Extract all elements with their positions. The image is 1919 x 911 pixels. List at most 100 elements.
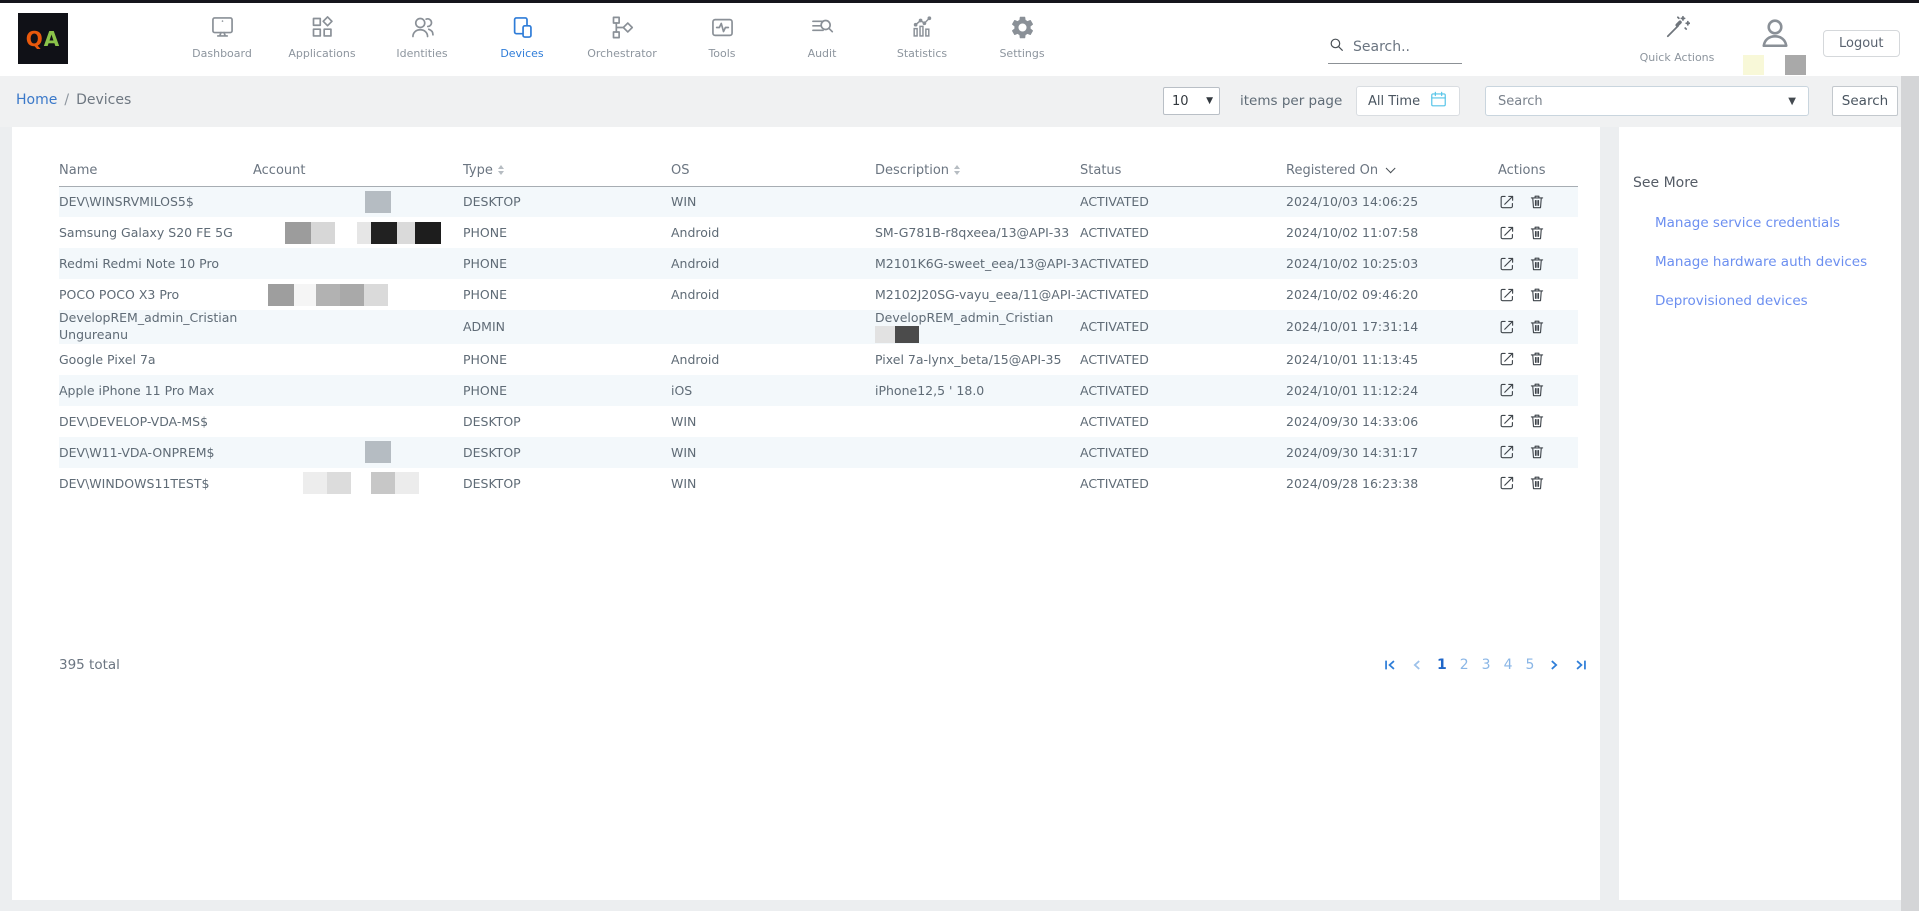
nav-item-orchestrator[interactable]: Orchestrator — [572, 3, 672, 76]
breadcrumb: Home/Devices — [16, 92, 131, 108]
row-actions — [1498, 406, 1578, 437]
delete-device-icon[interactable] — [1528, 286, 1546, 304]
nav-item-devices[interactable]: Devices — [472, 3, 572, 76]
device-os: Android — [671, 279, 875, 310]
delete-device-icon[interactable] — [1528, 443, 1546, 461]
device-name: DevelopREM_admin_CristianUngureanu — [59, 310, 253, 344]
user-avatar[interactable] — [1757, 15, 1793, 51]
next-page-icon[interactable] — [1547, 658, 1561, 672]
redacted-block — [340, 284, 364, 306]
chevron-down-icon: ▼ — [1788, 96, 1796, 107]
redacted-block — [316, 284, 340, 306]
top-navigation: QA DashboardApplications Identities Device… — [0, 3, 1919, 76]
see-more-link-3[interactable]: Deprovisioned devices — [1655, 293, 1881, 309]
redacted-block — [895, 326, 919, 343]
first-page-icon[interactable] — [1383, 658, 1397, 672]
scrollbar-track[interactable] — [1901, 76, 1919, 911]
search-icon — [1328, 36, 1345, 57]
device-description: Pixel 7a-lynx_beta/15@API-35 — [875, 344, 1080, 375]
delete-device-icon[interactable] — [1528, 318, 1546, 336]
device-os: Android — [671, 344, 875, 375]
page-number-4[interactable]: 4 — [1504, 657, 1513, 673]
device-type: ADMIN — [463, 310, 671, 344]
breadcrumb-home-link[interactable]: Home — [16, 92, 57, 108]
delete-device-icon[interactable] — [1528, 350, 1546, 368]
nav-item-audit[interactable]: Audit — [772, 3, 872, 76]
nav-item-tools[interactable]: Tools — [672, 3, 772, 76]
open-device-icon[interactable] — [1498, 443, 1516, 461]
delete-device-icon[interactable] — [1528, 412, 1546, 430]
device-type: DESKTOP — [463, 468, 671, 499]
column-header-account: Account — [253, 155, 463, 186]
registered-on: 2024/09/30 14:33:06 — [1286, 406, 1498, 437]
logo-letter-a: A — [44, 27, 60, 51]
device-description — [875, 406, 1080, 437]
device-account — [253, 186, 463, 217]
delete-device-icon[interactable] — [1528, 224, 1546, 242]
open-device-icon[interactable] — [1498, 474, 1516, 492]
column-header-type[interactable]: Type — [463, 155, 671, 186]
delete-device-icon[interactable] — [1528, 474, 1546, 492]
items-per-page-select[interactable]: 10 ▼ — [1163, 87, 1220, 115]
search-button[interactable]: Search — [1832, 86, 1898, 116]
page-number-2[interactable]: 2 — [1460, 657, 1469, 673]
column-label: Status — [1080, 163, 1121, 178]
device-os — [671, 310, 875, 344]
page-number-5[interactable]: 5 — [1526, 657, 1535, 673]
delete-device-icon[interactable] — [1528, 381, 1546, 399]
open-device-icon[interactable] — [1498, 255, 1516, 273]
see-more-link-2[interactable]: Manage hardware auth devices — [1655, 254, 1881, 270]
nav-items: DashboardApplications Identities DevicesOr… — [172, 3, 1072, 76]
column-label: OS — [671, 163, 689, 178]
device-description-text: SM-G781B-r8qxeea/13@API-33 — [875, 225, 1080, 240]
row-actions — [1498, 217, 1578, 248]
previous-page-icon[interactable] — [1410, 658, 1424, 672]
column-header-description[interactable]: Description — [875, 155, 1080, 186]
time-filter-label: All Time — [1368, 94, 1420, 109]
nav-item-label: Audit — [808, 47, 837, 60]
device-type: PHONE — [463, 344, 671, 375]
redacted-block — [335, 222, 357, 244]
nav-item-settings[interactable]: Settings — [972, 3, 1072, 76]
registered-on: 2024/10/01 11:12:24 — [1286, 375, 1498, 406]
open-device-icon[interactable] — [1498, 224, 1516, 242]
device-os: WIN — [671, 406, 875, 437]
app-logo[interactable]: QA — [18, 13, 68, 64]
nav-item-label: Identities — [396, 47, 447, 60]
redacted-block — [351, 472, 371, 494]
last-page-icon[interactable] — [1574, 658, 1588, 672]
global-search-input[interactable] — [1353, 39, 1453, 55]
row-actions — [1498, 375, 1578, 406]
see-more-link-1[interactable]: Manage service credentials — [1655, 215, 1881, 231]
column-header-registered-on[interactable]: Registered On — [1286, 155, 1498, 186]
open-device-icon[interactable] — [1498, 318, 1516, 336]
device-account — [253, 468, 463, 499]
table-row: DEV\WINSRVMILOS5$DESKTOPWINACTIVATED2024… — [59, 186, 1578, 217]
page-number-3[interactable]: 3 — [1482, 657, 1491, 673]
time-filter-button[interactable]: All Time — [1356, 86, 1460, 116]
nav-item-applications[interactable]: Applications — [272, 3, 372, 76]
open-device-icon[interactable] — [1498, 193, 1516, 211]
logout-button[interactable]: Logout — [1823, 30, 1900, 57]
open-device-icon[interactable] — [1498, 286, 1516, 304]
device-account — [253, 375, 463, 406]
nav-item-statistics[interactable]: Statistics — [872, 3, 972, 76]
delete-device-icon[interactable] — [1528, 255, 1546, 273]
device-type: DESKTOP — [463, 186, 671, 217]
page-number-1[interactable]: 1 — [1437, 657, 1447, 673]
nav-item-label: Statistics — [897, 47, 947, 60]
nav-item-dashboard[interactable]: Dashboard — [172, 3, 272, 76]
search-filter-select[interactable]: Search ▼ — [1485, 86, 1809, 116]
devices-icon — [509, 14, 536, 41]
device-description-text: iPhone12,5 ' 18.0 — [875, 383, 1080, 398]
redacted-blocks — [253, 441, 463, 463]
open-device-icon[interactable] — [1498, 412, 1516, 430]
row-actions — [1498, 279, 1578, 310]
quick-actions-label: Quick Actions — [1640, 51, 1715, 64]
open-device-icon[interactable] — [1498, 350, 1516, 368]
delete-device-icon[interactable] — [1528, 193, 1546, 211]
open-device-icon[interactable] — [1498, 381, 1516, 399]
redacted-block — [397, 222, 415, 244]
quick-actions-button[interactable]: Quick Actions — [1637, 14, 1717, 64]
nav-item-identities[interactable]: Identities — [372, 3, 472, 76]
